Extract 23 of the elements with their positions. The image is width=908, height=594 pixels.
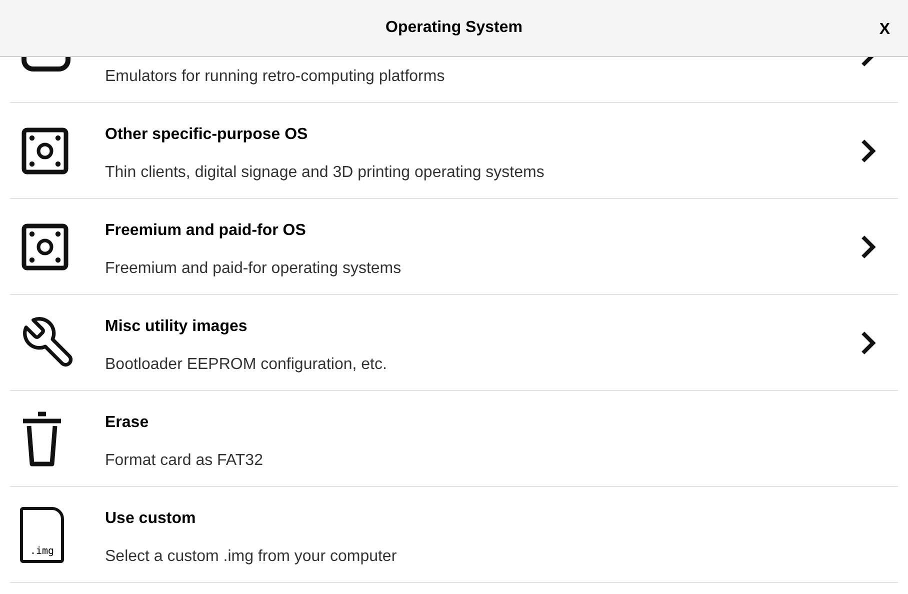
item-title: Erase — [105, 413, 150, 433]
item-description: Select a custom .img from your computer — [105, 547, 398, 567]
item-description: Freemium and paid-for operating systems — [105, 259, 402, 279]
list-item[interactable]: Other specific-purpose OS Thin clients, digital signage and 3D printing operating systems — [10, 103, 898, 199]
item-description: Thin clients, digital signage and 3D printing operating systems — [105, 163, 546, 183]
item-title: Other specific-purpose OS — [105, 125, 309, 145]
close-button[interactable]: X — [875, 18, 894, 42]
item-description: Format card as FAT32 — [105, 451, 264, 471]
list-item[interactable]: Freemium and paid-for OS Freemium and paid-for operating systems — [10, 199, 898, 295]
list-item[interactable]: Erase Format card as FAT32 — [10, 391, 898, 487]
list-item[interactable]: Emulators for running retro-computing platforms — [10, 57, 898, 103]
item-title: Use custom — [105, 509, 197, 529]
item-description: Bootloader EEPROM configuration, etc. — [105, 355, 388, 375]
list-item[interactable]: .img Use custom Select a custom .img from your computer — [10, 487, 898, 583]
list-item[interactable]: Misc utility images Bootloader EEPROM configuration, etc. — [10, 295, 898, 391]
trash-can-icon — [20, 410, 64, 468]
item-title: Misc utility images — [105, 317, 248, 337]
dialog-title: Operating System — [386, 18, 522, 38]
circuit-board-icon — [20, 222, 70, 272]
image-file-icon: .img — [20, 507, 64, 563]
item-title: Freemium and paid-for OS — [105, 221, 307, 241]
circuit-board-icon — [20, 126, 70, 176]
item-description: Emulators for running retro-computing platforms — [105, 67, 446, 87]
